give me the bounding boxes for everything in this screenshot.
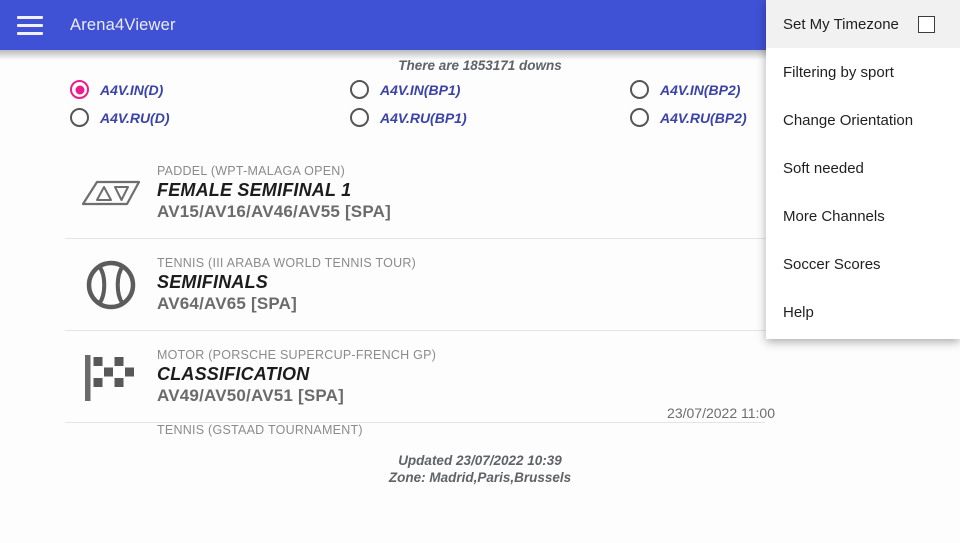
radio-a4v-in-bp1[interactable]: A4V.IN(BP1) bbox=[350, 80, 630, 99]
menu-item-change-orientation[interactable]: Change Orientation bbox=[766, 96, 960, 144]
radio-button-selected[interactable] bbox=[70, 80, 89, 99]
radio-a4v-ru-d[interactable]: A4V.RU(D) bbox=[70, 108, 350, 127]
radio-label: A4V.RU(BP2) bbox=[660, 109, 747, 126]
menu-item-soft-needed[interactable]: Soft needed bbox=[766, 144, 960, 192]
radio-a4v-ru-bp1[interactable]: A4V.RU(BP1) bbox=[350, 108, 630, 127]
menu-item-label: Help bbox=[783, 303, 814, 321]
menu-item-label: Soccer Scores bbox=[783, 255, 881, 273]
footer-info: Updated 23/07/2022 10:39 Zone: Madrid,Pa… bbox=[0, 452, 960, 486]
event-category: MOTOR (PORSCHE SUPERCUP-FRENCH GP) bbox=[157, 347, 437, 362]
radio-label: A4V.IN(BP2) bbox=[660, 81, 741, 98]
footer-zone: Zone: Madrid,Paris,Brussels bbox=[388, 470, 572, 485]
footer-updated: Updated 23/07/2022 10:39 bbox=[398, 453, 562, 468]
menu-item-label: Change Orientation bbox=[783, 111, 914, 129]
radio-label: A4V.IN(BP1) bbox=[380, 81, 461, 98]
menu-item-label: Soft needed bbox=[783, 159, 864, 177]
radio-button[interactable] bbox=[350, 108, 369, 127]
radio-button[interactable] bbox=[630, 108, 649, 127]
hamburger-icon[interactable] bbox=[17, 15, 43, 35]
menu-item-soccer-scores[interactable]: Soccer Scores bbox=[766, 240, 960, 288]
hamburger-bar bbox=[17, 15, 43, 19]
paddle-icon bbox=[65, 176, 157, 210]
menu-item-label: Set My Timezone bbox=[783, 15, 899, 33]
event-text: PADDEL (WPT-MALAGA OPEN) FEMALE SEMIFINAL… bbox=[157, 164, 765, 222]
radio-label: A4V.RU(D) bbox=[100, 109, 170, 126]
event-title: SEMIFINALS bbox=[157, 271, 269, 292]
tennis-ball-icon bbox=[65, 259, 157, 311]
hamburger-bar bbox=[17, 23, 43, 27]
event-row[interactable]: TENNIS (III ARABA WORLD TENNIS TOUR) SEMI… bbox=[65, 239, 765, 331]
paddle-icon bbox=[81, 180, 141, 205]
app-title: Arena4Viewer bbox=[70, 15, 176, 34]
timezone-checkbox[interactable] bbox=[918, 15, 935, 33]
checkered-flag-icon bbox=[85, 354, 134, 401]
event-channels: AV15/AV16/AV46/AV55 [SPA] bbox=[157, 201, 391, 221]
event-channels: AV49/AV50/AV51 [SPA] bbox=[157, 385, 344, 405]
radio-button[interactable] bbox=[630, 80, 649, 99]
event-row[interactable]: PADDEL (WPT-MALAGA OPEN) FEMALE SEMIFINAL… bbox=[65, 147, 765, 239]
event-text: TENNIS (GSTAAD TOURNAMENT) bbox=[157, 423, 765, 439]
menu-item-filtering-by-sport[interactable]: Filtering by sport bbox=[766, 48, 960, 96]
list-timestamp: 23/07/2022 11:00 bbox=[667, 405, 775, 421]
menu-item-label: Filtering by sport bbox=[783, 63, 894, 81]
event-text: MOTOR (PORSCHE SUPERCUP-FRENCH GP) CLASSI… bbox=[157, 348, 765, 406]
event-row[interactable]: MOTOR (PORSCHE SUPERCUP-FRENCH GP) CLASSI… bbox=[65, 331, 765, 423]
event-title: FEMALE SEMIFINAL 1 bbox=[157, 179, 352, 200]
hamburger-bar bbox=[17, 31, 43, 35]
menu-item-label: More Channels bbox=[783, 207, 885, 225]
tennis-ball-icon bbox=[86, 260, 136, 309]
menu-item-more-channels[interactable]: More Channels bbox=[766, 192, 960, 240]
event-list: PADDEL (WPT-MALAGA OPEN) FEMALE SEMIFINAL… bbox=[65, 147, 765, 453]
event-category: PADDEL (WPT-MALAGA OPEN) bbox=[157, 163, 345, 178]
channel-radio-group: A4V.IN(D) A4V.IN(BP1) A4V.IN(BP2) A4V.RU(D)… bbox=[0, 80, 760, 127]
event-text: TENNIS (III ARABA WORLD TENNIS TOUR) SEMI… bbox=[157, 256, 765, 314]
menu-item-set-my-timezone[interactable]: Set My Timezone bbox=[766, 0, 960, 48]
event-title: CLASSIFICATION bbox=[157, 363, 310, 384]
event-category: TENNIS (III ARABA WORLD TENNIS TOUR) bbox=[157, 255, 417, 270]
event-category: TENNIS (GSTAAD TOURNAMENT) bbox=[157, 423, 363, 437]
overflow-menu: Set My Timezone Filtering by sport Change … bbox=[766, 0, 960, 339]
menu-item-help[interactable]: Help bbox=[766, 288, 960, 336]
checkered-flag-icon bbox=[65, 351, 157, 403]
radio-button[interactable] bbox=[70, 108, 89, 127]
radio-label: A4V.IN(D) bbox=[100, 81, 164, 98]
event-channels: AV64/AV65 [SPA] bbox=[157, 293, 297, 313]
radio-button[interactable] bbox=[350, 80, 369, 99]
radio-a4v-in-d[interactable]: A4V.IN(D) bbox=[70, 80, 350, 99]
radio-label: A4V.RU(BP1) bbox=[380, 109, 467, 126]
event-row[interactable]: TENNIS (GSTAAD TOURNAMENT) bbox=[65, 423, 765, 453]
